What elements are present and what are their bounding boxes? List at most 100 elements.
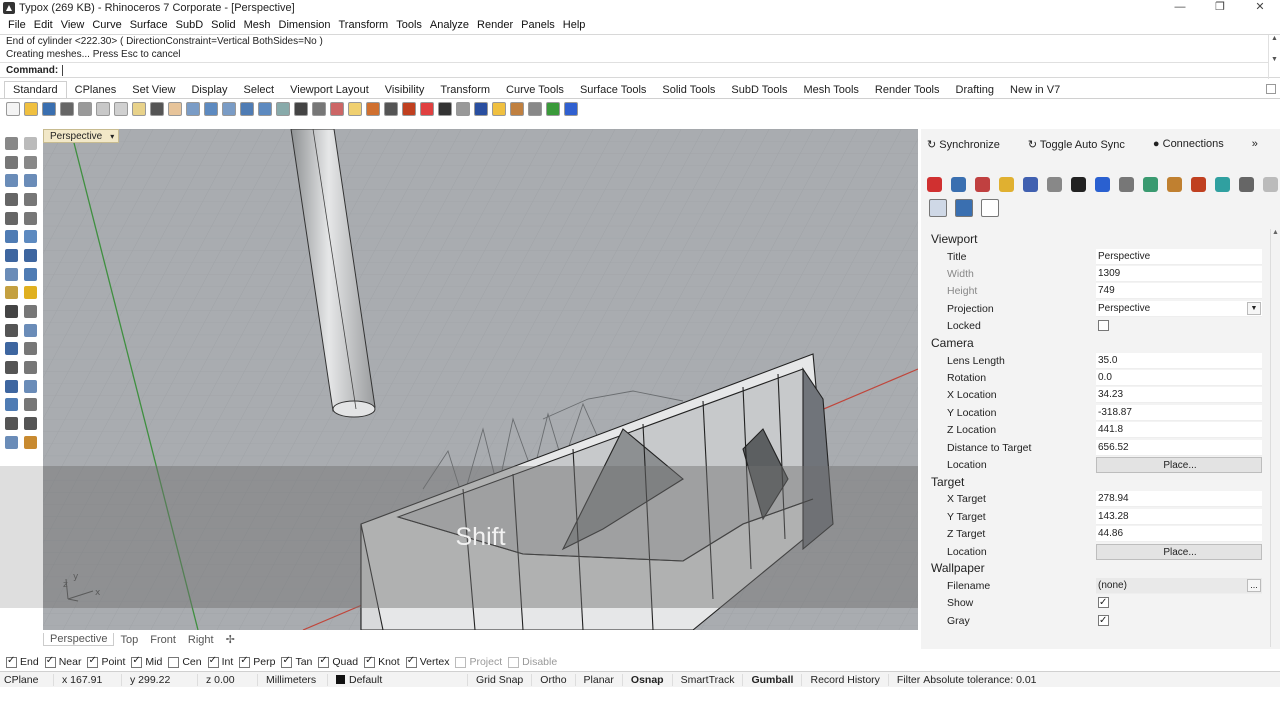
viewport-tab-top[interactable]: Top: [114, 634, 144, 646]
grid-snap-toggle[interactable]: Grid Snap: [468, 673, 533, 686]
command-scrollbar[interactable]: ▲ ▼: [1268, 35, 1280, 79]
osnap-point[interactable]: Point: [87, 655, 125, 668]
menu-panels[interactable]: Panels: [517, 19, 559, 31]
rendered-icon[interactable]: [474, 102, 488, 116]
osnap-quad[interactable]: Quad: [318, 655, 358, 668]
section-viewport[interactable]: Viewport: [921, 231, 1268, 248]
camera-icon[interactable]: [929, 199, 947, 217]
display-icon[interactable]: [1023, 177, 1038, 192]
settings-icon[interactable]: [955, 199, 973, 217]
osnap-checkbox[interactable]: [364, 655, 376, 668]
osnap-checkbox[interactable]: [455, 656, 467, 668]
target-place-button[interactable]: Place...: [1096, 543, 1262, 560]
color-wheel-icon[interactable]: [420, 102, 434, 116]
prop-rotation-field[interactable]: 0.0: [1096, 370, 1262, 387]
osnap-checkbox[interactable]: [508, 656, 520, 668]
sweep-icon[interactable]: [24, 323, 37, 337]
transform-icon[interactable]: [5, 417, 18, 431]
trim-icon[interactable]: [5, 305, 18, 319]
four-viewports-icon[interactable]: [294, 102, 308, 116]
solid-box-icon[interactable]: [5, 248, 18, 262]
prop-projection-select[interactable]: Perspective ▼: [1096, 300, 1262, 317]
command-input[interactable]: [62, 64, 64, 76]
planar-toggle[interactable]: Planar: [576, 673, 623, 686]
cplane-icon[interactable]: [330, 102, 344, 116]
menu-tools[interactable]: Tools: [392, 19, 426, 31]
extrude-icon[interactable]: [24, 267, 37, 281]
osnap-checkbox[interactable]: [207, 655, 219, 668]
arc-icon[interactable]: [5, 192, 18, 206]
more-icon[interactable]: [1263, 177, 1278, 192]
surface-icon[interactable]: [5, 230, 18, 244]
osnap-checkbox[interactable]: [168, 656, 180, 668]
menu-help[interactable]: Help: [559, 19, 590, 31]
polygon-icon[interactable]: [5, 211, 18, 225]
prop-width-field[interactable]: 1309: [1096, 266, 1262, 283]
menu-view[interactable]: View: [57, 19, 89, 31]
mesh-icon[interactable]: [5, 323, 18, 337]
cylinder-icon[interactable]: [5, 267, 18, 281]
fillet-icon[interactable]: [24, 286, 37, 300]
osnap-checkbox[interactable]: [131, 655, 143, 668]
bulb-icon[interactable]: [348, 102, 362, 116]
add-viewport-tab-icon[interactable]: ✢: [220, 633, 241, 646]
tab-viewport-layout[interactable]: Viewport Layout: [282, 82, 377, 99]
render-icon[interactable]: [5, 435, 18, 449]
viewport-tab-front[interactable]: Front: [144, 634, 182, 646]
tab-visibility[interactable]: Visibility: [377, 82, 433, 99]
text-icon[interactable]: [5, 342, 18, 356]
osnap-near[interactable]: Near: [44, 655, 81, 668]
tab-curve-tools[interactable]: Curve Tools: [498, 82, 572, 99]
tab-surface-tools[interactable]: Surface Tools: [572, 82, 654, 99]
print-icon[interactable]: [60, 102, 74, 116]
osnap-checkbox[interactable]: [87, 655, 99, 668]
check-icon[interactable]: [24, 417, 37, 431]
osnap-tan[interactable]: Tan: [281, 655, 312, 668]
viewport-dropdown-icon[interactable]: ▾: [110, 132, 114, 141]
menu-render[interactable]: Render: [473, 19, 517, 31]
smarttrack-toggle[interactable]: SmartTrack: [673, 673, 744, 686]
ortho-toggle[interactable]: Ortho: [532, 673, 576, 686]
tab-set-view[interactable]: Set View: [124, 82, 183, 99]
color-icon[interactable]: [927, 177, 942, 192]
block-icon[interactable]: [5, 379, 18, 393]
file-icon[interactable]: [1239, 177, 1254, 192]
bell-icon[interactable]: [1095, 177, 1110, 192]
osnap-int[interactable]: Int: [207, 655, 233, 668]
macro-icon[interactable]: [528, 102, 542, 116]
folder-icon[interactable]: [999, 177, 1014, 192]
viewport-tab-perspective[interactable]: Perspective: [43, 633, 115, 646]
osnap-end[interactable]: End: [6, 655, 39, 668]
camera-place-button[interactable]: Place...: [1096, 456, 1262, 473]
open-icon[interactable]: [24, 102, 38, 116]
prop-height-field[interactable]: 749: [1096, 283, 1262, 300]
material-icon[interactable]: [402, 102, 416, 116]
point-icon[interactable]: [24, 136, 37, 150]
osnap-disable[interactable]: Disable: [508, 656, 557, 668]
menu-curve[interactable]: Curve: [88, 19, 125, 31]
boolean-icon[interactable]: [5, 286, 18, 300]
perspective-viewport[interactable]: y x z Perspective ▾ Shift: [43, 129, 918, 630]
prop-z-location-field[interactable]: 441.8: [1096, 422, 1262, 439]
maximize-button[interactable]: ❐: [1200, 0, 1240, 16]
polyline-icon[interactable]: [24, 155, 37, 169]
toolbar-options-icon[interactable]: [1266, 84, 1276, 94]
menu-surface[interactable]: Surface: [126, 19, 172, 31]
shaded-icon[interactable]: [438, 102, 452, 116]
record-history-toggle[interactable]: Record History: [802, 673, 889, 686]
undo-icon[interactable]: [150, 102, 164, 116]
zoom-selected-icon[interactable]: [258, 102, 272, 116]
filter-toggle[interactable]: Filter: [889, 674, 923, 686]
section-target[interactable]: Target: [921, 474, 1268, 491]
grid-icon[interactable]: [312, 102, 326, 116]
settings-icon[interactable]: [510, 102, 524, 116]
environment-icon[interactable]: [1215, 177, 1230, 192]
menu-solid[interactable]: Solid: [207, 19, 239, 31]
paint-icon[interactable]: [24, 435, 37, 449]
chevron-down-icon[interactable]: ▼: [1247, 301, 1261, 315]
close-button[interactable]: ✕: [1240, 0, 1280, 16]
tab-standard[interactable]: Standard: [4, 81, 67, 99]
pan-icon[interactable]: [168, 102, 182, 116]
analyze-icon[interactable]: [24, 398, 37, 412]
menu-subd[interactable]: SubD: [172, 19, 208, 31]
